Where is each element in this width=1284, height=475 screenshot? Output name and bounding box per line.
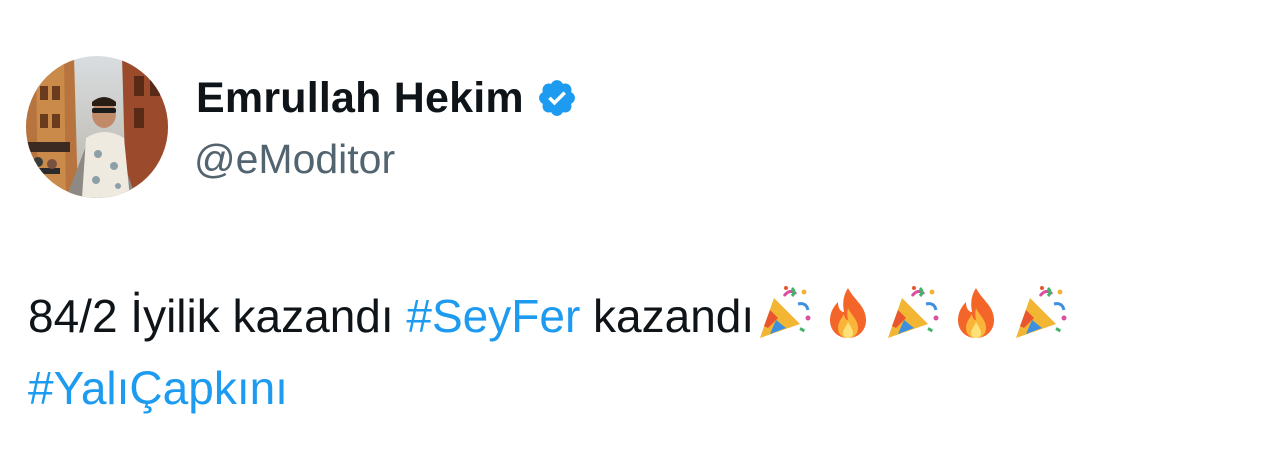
party-popper-icon xyxy=(888,286,939,338)
tweet-text: 84/2 İyilik kazandı #SeyFer kazandı #Yal… xyxy=(28,280,1268,424)
avatar-photo xyxy=(26,56,168,198)
avatar[interactable] xyxy=(26,56,168,198)
tweet-text-segment: 84/2 İyilik kazandı xyxy=(28,290,407,342)
author-handle[interactable]: @eModitor xyxy=(194,134,395,184)
hashtag-link-yalicapkini[interactable]: #YalıÇapkını xyxy=(28,362,288,414)
hashtag-link-seyfer[interactable]: #SeyFer xyxy=(406,290,580,342)
tweet-line-2: #YalıÇapkını xyxy=(28,352,1268,424)
party-popper-icon xyxy=(1016,286,1067,338)
party-popper-icon xyxy=(760,286,811,338)
author-display-name[interactable]: Emrullah Hekim xyxy=(196,70,524,126)
fire-icon xyxy=(830,288,867,338)
tweet-text-segment: kazandı xyxy=(580,290,755,342)
tweet-line-1: 84/2 İyilik kazandı #SeyFer kazandı xyxy=(28,280,1268,352)
fire-icon xyxy=(958,288,995,338)
verified-badge-icon xyxy=(538,80,575,116)
author-name-row[interactable]: Emrullah Hekim xyxy=(196,70,578,126)
